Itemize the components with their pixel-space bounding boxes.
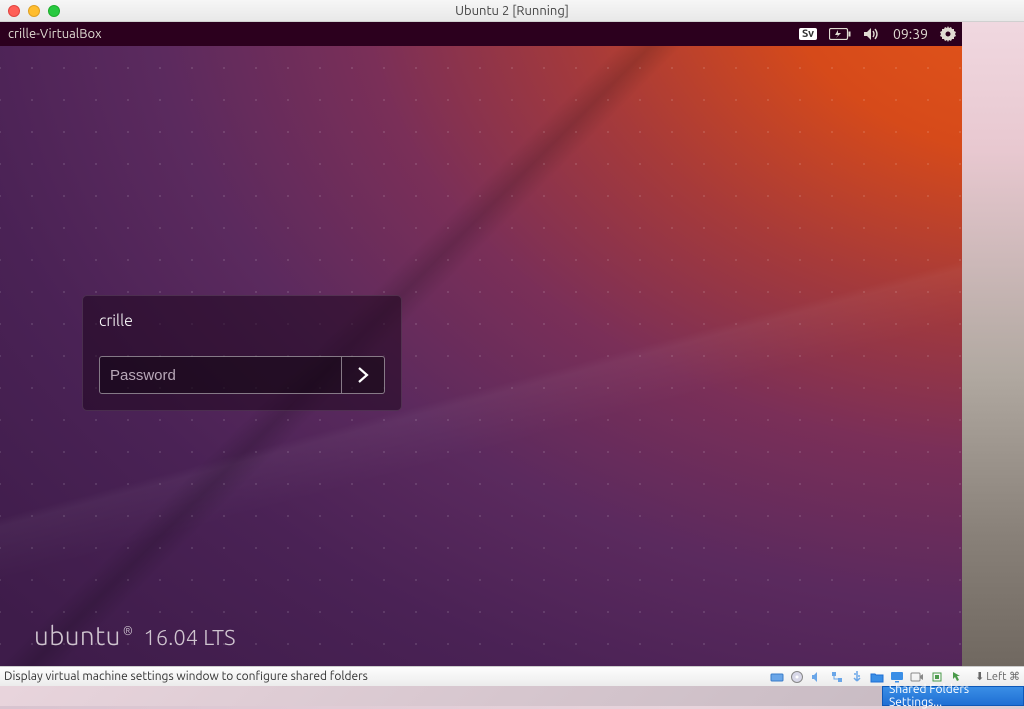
ubuntu-topbar: crille-VirtualBox Sv 09:39 [0,22,962,46]
ubuntu-branding: ubuntu® 16.04 LTS [34,621,235,650]
tooltip-label: Shared Folders Settings... [889,683,1017,709]
host-key-label: Left ⌘ [986,670,1020,683]
optical-disk-icon[interactable] [789,669,805,685]
shared-folders-tooltip: Shared Folders Settings... [882,686,1024,706]
hostname-label: crille-VirtualBox [8,27,102,41]
keyboard-layout-indicator[interactable]: Sv [799,28,817,40]
statusbar-hint: Display virtual machine settings window … [4,670,769,683]
password-input[interactable] [99,356,341,394]
traffic-lights [0,5,60,17]
gear-icon[interactable] [940,26,956,42]
chevron-right-icon [356,365,370,385]
shared-folders-icon[interactable] [869,669,885,685]
minimize-window-button[interactable] [28,5,40,17]
audio-icon[interactable] [809,669,825,685]
vm-screen: crille-VirtualBox Sv 09:39 crille [0,22,962,666]
ubuntu-wordmark: ubuntu [34,621,121,650]
clock-label[interactable]: 09:39 [893,26,928,42]
host-desktop-background [962,22,1024,666]
usb-icon[interactable] [849,669,865,685]
host-key-indicator[interactable]: ⬇ Left ⌘ [975,670,1020,683]
login-username: crille [99,312,385,330]
virtualbox-statusbar: Display virtual machine settings window … [0,666,1024,686]
network-icon[interactable] [829,669,845,685]
login-submit-button[interactable] [341,356,385,394]
indicator-area: Sv 09:39 [799,26,956,42]
battery-icon[interactable] [829,28,851,40]
window-title: Ubuntu 2 [Running] [0,4,1024,18]
login-box: crille [82,295,402,411]
ubuntu-registered-mark: ® [123,625,133,638]
host-key-arrow-icon: ⬇ [975,670,984,683]
ubuntu-version: 16.04 LTS [143,625,235,650]
hard-disk-icon[interactable] [769,669,785,685]
volume-icon[interactable] [863,27,881,41]
fullscreen-window-button[interactable] [48,5,60,17]
close-window-button[interactable] [8,5,20,17]
macos-titlebar: Ubuntu 2 [Running] [0,0,1024,22]
